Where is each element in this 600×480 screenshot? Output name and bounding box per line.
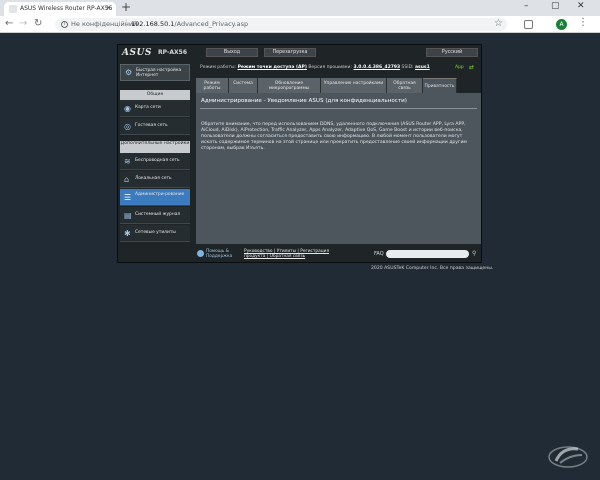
bookmark-star-icon[interactable]: ☆ <box>494 18 503 29</box>
sidebar-item-network-tools[interactable]: ✱ Сетевые утилиты <box>120 225 190 242</box>
ssid-value[interactable]: asus1 <box>415 65 430 70</box>
router-panel: ASUS RP-AX56 Выход Перезагрузка Русский … <box>117 44 482 263</box>
security-label[interactable]: Не конфіденційний <box>71 20 137 28</box>
sidebar-item-label: Гостевая сеть <box>135 123 168 128</box>
sidebar-item-label: Беспроводная сеть <box>135 158 180 163</box>
sidebar-item-network-map[interactable]: ◉ Карта сети <box>120 100 190 117</box>
url-host: 192.168.50.1 <box>131 20 175 28</box>
title-divider <box>200 108 477 109</box>
tab-firmware-upgrade[interactable]: Обновление микропрограммы <box>258 78 321 93</box>
reload-icon[interactable]: ↻ <box>34 18 42 29</box>
sidebar-item-label: Администри-рование <box>135 192 185 197</box>
favicon-icon <box>9 5 17 13</box>
sidebar-item-wireless[interactable]: ≋ Беспроводная сеть <box>120 153 190 170</box>
firmware-value[interactable]: 3.0.0.4.386_42793 <box>353 65 400 70</box>
asus-logo: ASUS <box>122 48 152 58</box>
tab-settings-management[interactable]: Управление настройками <box>321 78 387 93</box>
tab-title: ASUS Wireless Router RP-AX56 <box>20 5 113 12</box>
globe-icon: ◉ <box>124 104 131 113</box>
minimize-icon[interactable]: – <box>524 1 529 11</box>
profile-avatar[interactable]: A <box>556 19 567 30</box>
watermark-logo-icon <box>548 446 588 468</box>
sidebar-item-guest-network[interactable]: ◎ Гостевая сеть <box>120 118 190 135</box>
help-support-link[interactable]: Помощь & Поддержка <box>206 249 240 259</box>
language-select[interactable]: Русский <box>426 48 478 57</box>
sidebar-header-advanced: Дополнительные настройки <box>120 141 190 153</box>
logout-button[interactable]: Выход <box>206 48 258 57</box>
wifi-icon: ≋ <box>124 157 131 166</box>
url-separator: | <box>125 19 128 27</box>
url-text[interactable]: 192.168.50.1/Advanced_Privacy.asp <box>131 20 248 28</box>
home-icon: ⌂ <box>124 175 130 184</box>
network-status-icon[interactable]: ⇄ <box>469 64 474 71</box>
reboot-button[interactable]: Перезагрузка <box>264 48 316 57</box>
back-icon[interactable]: ← <box>5 18 13 29</box>
sidebar-item-label: Системный журнал <box>135 212 181 217</box>
browser-menu-icon[interactable]: ⋮ <box>578 17 588 28</box>
log-icon: ▤ <box>124 211 132 220</box>
new-tab-button[interactable]: + <box>121 0 131 14</box>
browser-tab-strip: ASUS Wireless Router RP-AX56 × + – ▢ ✕ <box>0 0 600 16</box>
router-footer: Помощь & Поддержка Руководство | Утилиты… <box>118 248 483 263</box>
sidebar-item-label: Карта сети <box>135 105 161 110</box>
sidebar-item-quick-setup[interactable]: ⚙ Быстрая настройка Интернет <box>120 64 190 81</box>
search-icon[interactable]: ⚲ <box>472 250 476 257</box>
maximize-icon[interactable]: ▢ <box>551 1 560 11</box>
sidebar-item-label: Сетевые утилиты <box>135 230 176 235</box>
sidebar-item-system-log[interactable]: ▤ Системный журнал <box>120 207 190 224</box>
admin-icon: ☰ <box>124 193 132 202</box>
router-model: RP-AX56 <box>158 49 188 56</box>
tools-icon: ✱ <box>124 229 131 238</box>
tab-privacy[interactable]: Приватность <box>423 78 457 93</box>
address-bar[interactable]: i Не конфіденційний | 192.168.50.1/Advan… <box>55 18 507 31</box>
privacy-notice-text: Обратите внимание, что перед использован… <box>201 122 467 151</box>
ssid-label: SSID: <box>401 65 414 70</box>
browser-toolbar: ← → ↻ i Не конфіденційний | 192.168.50.1… <box>0 16 600 33</box>
copyright: 2020 ASUSTeK Computer Inc. Все права защ… <box>371 266 494 271</box>
help-icon[interactable] <box>197 250 204 257</box>
status-bar: Режим работы: Режим точки доступа (AP) В… <box>200 65 430 70</box>
faq-label: FAQ <box>374 251 384 257</box>
sidebar-item-administration[interactable]: ☰ Администри-рование <box>120 189 190 206</box>
sidebar-item-label: Локальная сеть <box>135 176 172 181</box>
window-close-icon[interactable]: ✕ <box>577 1 585 11</box>
app-label[interactable]: App <box>455 65 464 70</box>
mode-value[interactable]: Режим точки доступа (AP) <box>238 65 307 70</box>
tab-close-icon[interactable]: × <box>105 3 112 12</box>
tab-operation-mode[interactable]: Режим работы <box>196 78 229 93</box>
firmware-label: Версия прошивки: <box>308 65 352 70</box>
sidebar-header-general: Общие <box>120 90 190 100</box>
forward-icon[interactable]: → <box>19 18 27 29</box>
footer-links: Руководство | Утилиты | Регистрация прод… <box>244 249 344 259</box>
footer-links-line2[interactable]: продукта | Обратная связь <box>244 254 305 259</box>
extension-icon[interactable] <box>524 20 533 29</box>
url-path: /Advanced_Privacy.asp <box>174 20 249 28</box>
page-title: Администрирование - Уведомление ASUS (дл… <box>201 98 407 104</box>
browser-tab[interactable]: ASUS Wireless Router RP-AX56 × <box>4 2 116 16</box>
privacy-content: Администрирование - Уведомление ASUS (дл… <box>196 93 481 244</box>
tab-feedback[interactable]: Обратная связь <box>387 78 423 93</box>
faq-search-input[interactable] <box>386 250 469 258</box>
guest-network-icon: ◎ <box>124 122 131 131</box>
sidebar-item-label: Быстрая настройка Интернет <box>136 68 182 78</box>
tab-system[interactable]: Система <box>229 78 258 93</box>
wizard-icon: ⚙ <box>125 68 133 77</box>
sidebar-item-lan[interactable]: ⌂ Локальная сеть <box>120 171 190 188</box>
mode-label: Режим работы: <box>200 65 237 70</box>
info-icon[interactable]: i <box>61 21 68 28</box>
